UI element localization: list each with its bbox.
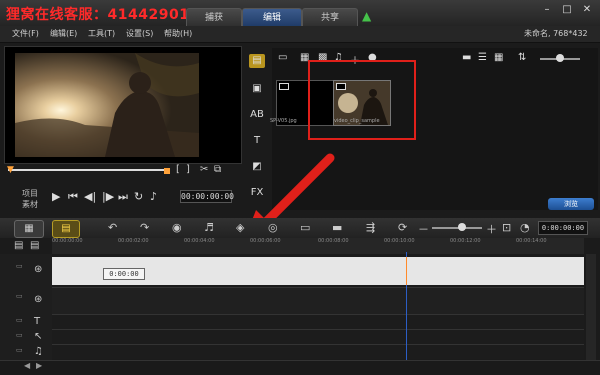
title-icon[interactable]: T — [249, 134, 265, 148]
scrubber-track — [8, 169, 168, 171]
redo-icon[interactable]: ↷ — [140, 221, 149, 234]
play-icon[interactable]: ▶ — [52, 190, 60, 203]
thumb-caption-a: SP-V05.jpg — [270, 118, 297, 124]
brand-text: 狸窝在线客服：41442901 — [6, 7, 190, 23]
grid-view-icon[interactable]: ▦ — [494, 52, 503, 63]
title-track[interactable] — [52, 314, 584, 329]
ruler-label: 00:00:00:00 — [52, 238, 83, 244]
tab-share[interactable]: 共享 — [302, 8, 358, 27]
preview-player — [4, 46, 242, 164]
mark-in-icon[interactable]: [ — [176, 164, 180, 175]
all-tracks-icon[interactable]: ▤ — [30, 240, 39, 251]
browse-button[interactable]: 浏览 — [548, 198, 594, 210]
overlay-track-icon: ⊛ — [34, 294, 43, 305]
audio-mixer-icon[interactable]: ♬ — [204, 221, 214, 234]
folder-icon[interactable]: ▭ — [278, 52, 287, 63]
timeline-bottom-bar — [0, 360, 600, 375]
track-headers — [0, 254, 52, 364]
ruler-label: 00:00:06:00 — [250, 238, 281, 244]
sort-icon[interactable]: ⇅ — [518, 52, 526, 63]
home-icon[interactable]: ⏮ — [68, 190, 78, 204]
media-library-icon[interactable]: ▤ — [249, 54, 265, 68]
project-resolution: 未命名, 768*432 — [524, 29, 588, 38]
zoom-out-icon[interactable]: － — [418, 221, 429, 237]
photo-tag-icon — [279, 83, 289, 90]
project-mode-label[interactable]: 项目 — [22, 188, 38, 199]
tab-edit[interactable]: 编辑 — [242, 8, 302, 27]
storyboard-view-icon[interactable]: ▦ — [14, 220, 44, 238]
preview-scrubber[interactable]: ▼ — [7, 165, 170, 175]
menu-help[interactable]: 帮助(H) — [164, 28, 192, 39]
ruler-label: 00:00:08:00 — [318, 238, 349, 244]
overlay-track-toggle-icon[interactable]: ▭ — [16, 292, 23, 300]
ruler-label: 00:00:12:00 — [450, 238, 481, 244]
multi-trim-icon[interactable]: ▬ — [332, 221, 342, 234]
mark-out-icon[interactable]: ] — [186, 164, 190, 175]
music-track-icon: ♫ — [34, 346, 43, 357]
motion-tracking-icon[interactable]: ◎ — [268, 221, 278, 234]
overlay-track[interactable] — [52, 287, 584, 314]
preview-timecode[interactable]: 00:00:00:00 — [180, 190, 234, 203]
zoom-slider[interactable] — [432, 227, 482, 229]
transition-icon[interactable]: AB — [249, 108, 265, 122]
maximize-icon[interactable]: □ — [560, 4, 574, 16]
timeline-view-icon[interactable]: ▤ — [52, 220, 80, 238]
title-track-toggle-icon[interactable]: ▭ — [16, 316, 23, 324]
track-manager-icon[interactable]: ⇶ — [366, 221, 375, 234]
menu-edit[interactable]: 编辑(E) — [50, 28, 77, 39]
clip-mode-label[interactable]: 素材 — [22, 199, 38, 210]
fit-project-icon[interactable]: ⊡ — [502, 221, 511, 234]
prev-frame-icon[interactable]: ◀| — [84, 190, 96, 203]
ruler-label: 00:00:10:00 — [384, 238, 415, 244]
end-icon[interactable]: ⏭ — [118, 190, 128, 204]
snapshot-icon[interactable]: ⧉ — [214, 164, 221, 175]
instant-project-icon[interactable]: ▣ — [249, 82, 265, 96]
minimize-icon[interactable]: – — [540, 4, 554, 16]
menu-settings[interactable]: 设置(S) — [126, 28, 153, 39]
ruler-label: 00:00:04:00 — [184, 238, 215, 244]
voice-track[interactable] — [52, 329, 584, 344]
next-frame-icon[interactable]: |▶ — [102, 190, 114, 203]
project-duration-icon[interactable]: ◔ — [520, 221, 530, 234]
music-track-toggle-icon[interactable]: ▭ — [16, 346, 23, 354]
subtitle-editor-icon[interactable]: ▭ — [300, 221, 310, 234]
undo-icon[interactable]: ↶ — [108, 221, 117, 234]
voice-track-toggle-icon[interactable]: ▭ — [16, 331, 23, 339]
annotation-highlight-box — [308, 60, 416, 140]
ruler-label: 00:00:02:00 — [118, 238, 149, 244]
thumbnail-size-knob[interactable] — [556, 54, 564, 62]
repeat-icon[interactable]: ↻ — [134, 190, 143, 203]
video-track-toggle-icon[interactable]: ▭ — [16, 262, 23, 270]
scroll-left-icon[interactable]: ◀ — [24, 361, 30, 370]
timeline-scrollbar[interactable] — [586, 254, 596, 360]
upload-arrow-icon[interactable]: ▲ — [362, 9, 371, 23]
zoom-slider-knob[interactable] — [458, 223, 466, 231]
trim-end-marker-icon[interactable] — [164, 168, 170, 174]
video-track-icon: ⊛ — [34, 264, 43, 275]
trim-start-marker-icon[interactable]: ▼ — [7, 165, 14, 175]
ruler-label: 00:00:14:00 — [516, 238, 547, 244]
auto-music-icon[interactable]: ◈ — [236, 221, 244, 234]
close-icon[interactable]: ✕ — [580, 4, 594, 16]
playhead-marker — [406, 257, 407, 285]
title-track-icon: T — [34, 316, 41, 327]
zoom-in-icon[interactable]: ＋ — [486, 221, 497, 237]
volume-icon[interactable]: ♪ — [150, 190, 157, 203]
voice-track-icon: ↖ — [34, 331, 43, 342]
menu-file[interactable]: 文件(F) — [12, 28, 39, 39]
smart-package-icon[interactable]: ⟳ — [398, 221, 407, 234]
track-view-icon[interactable]: ▤ — [14, 240, 23, 251]
music-track[interactable] — [52, 344, 584, 359]
thumbnail-view-icon[interactable]: ▬ — [462, 52, 471, 63]
scroll-right-icon[interactable]: ▶ — [36, 361, 42, 370]
record-capture-icon[interactable]: ◉ — [172, 221, 182, 234]
clip-timecode[interactable]: 0:00:00 — [103, 268, 145, 280]
video-frame — [15, 53, 199, 157]
menu-tools[interactable]: 工具(T) — [88, 28, 115, 39]
timeline-timecode[interactable]: 0:00:00:00 — [538, 221, 588, 235]
list-view-icon[interactable]: ☰ — [478, 52, 487, 63]
tab-capture[interactable]: 捕获 — [186, 8, 242, 27]
split-icon[interactable]: ✂ — [200, 164, 208, 175]
